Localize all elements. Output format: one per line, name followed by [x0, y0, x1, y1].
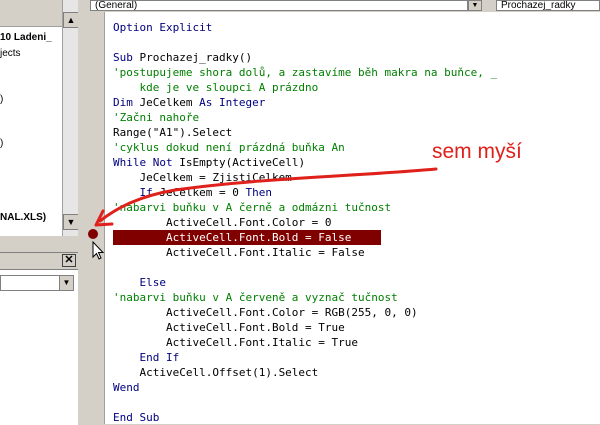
code-line[interactable]: 'nabarvi buňku v A černě a odmázni tučno…: [113, 200, 391, 215]
code-keyword: Wend: [113, 381, 140, 394]
code-comment: 'Začni nahoře: [113, 111, 200, 124]
scroll-down-arrow-icon[interactable]: ▼: [63, 214, 79, 230]
code-line[interactable]: ActiveCell.Font.Bold = True: [113, 320, 345, 335]
code-line[interactable]: End If: [113, 350, 179, 365]
code-line[interactable]: Else: [113, 275, 166, 290]
code-text: JeCelkem: [139, 96, 200, 109]
code-text: ActiveCell.Font.Italic = False: [113, 246, 365, 259]
code-line[interactable]: 'cyklus dokud není prázdná buňka An: [113, 140, 345, 155]
code-keyword: Then: [245, 186, 272, 199]
code-line[interactable]: Range("A1").Select: [113, 125, 232, 140]
code-text: IsEmpty(ActiveCell): [179, 156, 306, 169]
project-tree-item[interactable]: ): [0, 138, 3, 150]
code-keyword: Sub: [113, 51, 140, 64]
code-keyword: While Not: [113, 156, 180, 169]
code-line[interactable]: Dim JeCelkem As Integer: [113, 95, 265, 110]
code-line[interactable]: ActiveCell.Font.Italic = True: [113, 335, 358, 350]
project-tree-item[interactable]: ): [0, 94, 3, 106]
breakpoint-icon[interactable]: [88, 229, 98, 239]
project-explorer-toolbar: [0, 0, 62, 27]
chevron-down-icon[interactable]: ▼: [59, 276, 73, 290]
properties-object-select[interactable]: ▼: [0, 275, 74, 291]
code-line[interactable]: 'postupujeme shora dolů, a zastavíme běh…: [113, 65, 497, 80]
code-line[interactable]: ActiveCell.Font.Color = 0: [113, 215, 332, 230]
left-panes: 10 Ladeni_jects)) NAL.XLS) ▲ ▼ ✕ ▼: [0, 0, 79, 425]
procedure-combo[interactable]: Prochazej_radky: [496, 0, 600, 11]
project-explorer-scrollbar[interactable]: ▲ ▼: [62, 0, 79, 236]
code-text: ActiveCell.Font.Color = 0: [113, 216, 332, 229]
code-comment: 'cyklus dokud není prázdná buňka An: [113, 141, 345, 154]
code-line[interactable]: JeCelkem = ZjistiCelkem: [113, 170, 292, 185]
breakpoint-margin[interactable]: [78, 12, 105, 424]
code-keyword: If: [113, 186, 160, 199]
code-line[interactable]: ActiveCell.Font.Italic = False: [113, 245, 365, 260]
code-keyword: Option Explicit: [113, 21, 213, 34]
object-combo[interactable]: (General): [90, 0, 468, 11]
code-comment: kde je ve sloupci A prázdno: [113, 81, 319, 94]
close-icon[interactable]: ✕: [62, 254, 76, 267]
code-text: ActiveCell.Font.Bold = True: [113, 321, 345, 334]
code-keyword: Dim: [113, 96, 140, 109]
project-tree-item[interactable]: 10 Ladeni_: [0, 32, 52, 44]
code-line[interactable]: Wend: [113, 380, 140, 395]
project-tree-item[interactable]: NAL.XLS): [0, 212, 46, 224]
object-combo-arrow-icon[interactable]: ▼: [468, 0, 482, 11]
code-line[interactable]: ActiveCell.Offset(1).Select: [113, 365, 318, 380]
code-keyword: Else: [113, 276, 166, 289]
code-keyword: As Integer: [199, 96, 266, 109]
code-line[interactable]: If JeCelkem = 0 Then: [113, 185, 272, 200]
scroll-up-arrow-icon[interactable]: ▲: [63, 12, 79, 28]
code-text: ActiveCell.Font.Italic = True: [113, 336, 359, 349]
code-line[interactable]: ActiveCell.Font.Color = RGB(255, 0, 0): [113, 305, 418, 320]
object-combo-value: (General): [95, 0, 138, 11]
properties-title-bar: ✕: [0, 253, 78, 270]
code-line[interactable]: Sub Prochazej_radky(): [113, 50, 252, 65]
code-line[interactable]: 'Začni nahoře: [113, 110, 199, 125]
code-text: Range("A1").Select: [113, 126, 233, 139]
code-text: ActiveCell.Offset(1).Select: [113, 366, 319, 379]
code-text: Prochazej_radky(): [139, 51, 253, 64]
code-keyword: End If: [113, 351, 180, 364]
code-text: JeCelkem = ZjistiCelkem: [113, 171, 292, 184]
code-line[interactable]: While Not IsEmpty(ActiveCell): [113, 155, 305, 170]
code-line[interactable]: 'nabarvi buňku v A červeně a vyznač tučn…: [113, 290, 398, 305]
properties-window: ✕ ▼: [0, 252, 78, 425]
code-line[interactable]: End Sub: [113, 410, 159, 424]
procedure-combo-value: Prochazej_radky: [501, 0, 576, 11]
code-comment: 'nabarvi buňku v A černě a odmázni tučno…: [113, 201, 392, 214]
annotation-label: sem myší: [432, 140, 522, 163]
code-line[interactable]: Option Explicit: [113, 20, 212, 35]
code-window: (General) ▼ Prochazej_radky Option Expli…: [78, 0, 600, 424]
code-text: JeCelkem = 0: [159, 186, 246, 199]
code-text: ActiveCell.Font.Bold = False: [113, 231, 352, 244]
project-explorer: 10 Ladeni_jects)) NAL.XLS): [0, 0, 63, 236]
code-comment: 'postupujeme shora dolů, a zastavíme běh…: [113, 66, 498, 79]
code-text: ActiveCell.Font.Color = RGB(255, 0, 0): [113, 306, 418, 319]
mouse-cursor-icon: [92, 241, 105, 260]
code-keyword: End Sub: [113, 411, 160, 424]
project-tree-item[interactable]: jects: [0, 48, 21, 60]
code-editor[interactable]: Option Explicit Sub Prochazej_radky()'pos…: [105, 12, 600, 424]
code-line-breakpoint[interactable]: ActiveCell.Font.Bold = False: [113, 230, 381, 245]
code-line[interactable]: kde je ve sloupci A prázdno: [113, 80, 318, 95]
code-comment: 'nabarvi buňku v A červeně a vyznač tučn…: [113, 291, 398, 304]
